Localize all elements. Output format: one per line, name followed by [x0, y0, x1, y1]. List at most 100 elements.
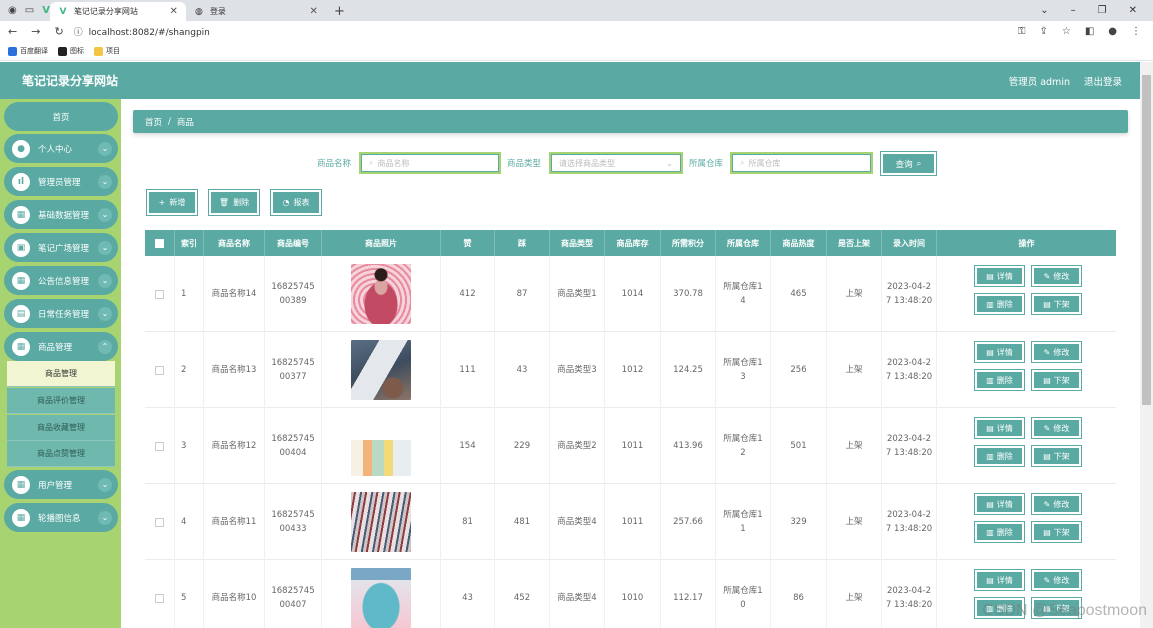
search-warehouse-input[interactable]: ⌕ 所属仓库 — [730, 152, 873, 174]
sidebar-item-carousel[interactable]: ▦ 轮播图信息 ⌄ — [4, 503, 118, 532]
sidepanel-icon[interactable]: ◧ — [1085, 26, 1094, 37]
select-all-cell[interactable] — [145, 230, 175, 256]
vue-icon: V — [42, 5, 50, 16]
share-icon[interactable]: ⇪ — [1039, 26, 1047, 37]
row-checkbox[interactable] — [155, 289, 164, 299]
new-tab-button[interactable]: + — [334, 2, 345, 21]
phone-photo[interactable] — [351, 340, 411, 400]
close-icon[interactable]: ✕ — [310, 6, 318, 17]
offshelf-button[interactable]: ▤ 下架 — [1032, 370, 1081, 390]
pencil-icon: ✎ — [1043, 423, 1051, 433]
search-type-select[interactable]: 请选择商品类型 ⌄ — [549, 152, 683, 174]
select-all-checkbox[interactable] — [155, 238, 164, 248]
restore-button[interactable]: ❐ — [1098, 5, 1107, 16]
grid-icon: ▦ — [12, 205, 30, 224]
close-icon[interactable]: ✕ — [170, 6, 178, 17]
table-cell: 370.78 — [661, 256, 716, 332]
forward-icon[interactable]: → — [31, 25, 40, 38]
image-icon — [58, 46, 67, 56]
row-delete-button[interactable]: ▥ 删除 — [975, 370, 1024, 390]
row-checkbox[interactable] — [155, 441, 164, 451]
edit-button[interactable]: ✎ 修改 — [1032, 342, 1081, 362]
main-content: 首页 / 商品 商品名称 ⌕ 商品名称 商品类型 请选择商品类型 ⌄ 所属仓库 ⌕ 所… — [121, 99, 1140, 628]
table-row: 4 商品名称11 16825745 00433 81 481 商品类型4 1011 257.66… — [145, 484, 1116, 560]
edit-label: 修改 — [1053, 499, 1070, 509]
sidebar-item-notice[interactable]: ▦ 公告信息管理 ⌄ — [4, 266, 118, 295]
offshelf-button[interactable]: ▤ 下架 — [1032, 522, 1081, 542]
ops-cell: ▤ 详情 ✎ 修改 ▥ 删除 ▤ 下架 — [937, 408, 1116, 484]
sidebar-item-goods[interactable]: ▦ 商品管理 ⌃ — [4, 332, 118, 361]
sidebar-item-home[interactable]: 首页 — [4, 102, 118, 131]
sidebar-item-label: 日常任务管理 — [38, 309, 90, 320]
bookmark-item[interactable]: 图标 — [58, 46, 84, 56]
tab-active[interactable]: V 笔记记录分享网站 ✕ — [49, 2, 186, 21]
detail-button[interactable]: ▤ 详情 — [975, 418, 1024, 438]
chevron-down-icon: ⌄ — [98, 510, 112, 525]
cell-dislikes: 481 — [513, 517, 531, 527]
row-delete-button[interactable]: ▥ 删除 — [975, 446, 1024, 466]
dress-photo[interactable] — [351, 264, 411, 324]
detail-button[interactable]: ▤ 详情 — [975, 494, 1024, 514]
logout-link[interactable]: 退出登录 — [1084, 74, 1122, 88]
delete-button[interactable]: 🗑 删除 — [209, 190, 259, 215]
star-icon[interactable]: ☆ — [1062, 26, 1071, 37]
report-button[interactable]: ◔ 报表 — [271, 190, 321, 215]
back-icon[interactable]: ← — [8, 25, 17, 38]
submenu-goods-favorite[interactable]: 商品收藏管理 — [7, 415, 115, 441]
box-photo[interactable] — [351, 568, 411, 628]
submenu-goods-review[interactable]: 商品评价管理 — [7, 388, 115, 414]
info-icon[interactable]: ⓘ — [74, 28, 83, 38]
table-cell: 5 — [175, 560, 204, 628]
reload-icon[interactable]: ↻ — [54, 25, 63, 38]
query-button[interactable]: 查询 ⌕ — [881, 152, 936, 175]
sidebar-item-personal[interactable]: ● 个人中心 ⌄ — [4, 134, 118, 163]
sidebar-item-label: 公告信息管理 — [38, 276, 90, 287]
sidebar-item-admin[interactable]: ıl 管理员管理 ⌄ — [4, 167, 118, 196]
cell-warehouse-line: 所属仓库1 — [723, 510, 763, 520]
profile-icon[interactable]: ● — [1108, 26, 1117, 37]
add-button[interactable]: + 新增 — [147, 190, 197, 215]
cell-code: 16825745 00377 — [271, 356, 314, 384]
key-icon[interactable]: ⚿ — [1018, 26, 1026, 37]
scrollbar-thumb[interactable] — [1142, 75, 1151, 405]
row-checkbox[interactable] — [155, 593, 164, 603]
detail-button[interactable]: ▤ 详情 — [975, 570, 1024, 590]
menu-icon[interactable]: ⋮ — [1131, 26, 1141, 37]
row-checkbox[interactable] — [155, 517, 164, 527]
minimize-button[interactable]: – — [1071, 5, 1076, 16]
sidebar-item-basedata[interactable]: ▦ 基础数据管理 ⌄ — [4, 200, 118, 229]
tab-inactive[interactable]: ◍ 登录 ✕ — [186, 2, 326, 21]
chevron-down-icon[interactable]: ⌄ — [1040, 5, 1048, 16]
tab-search-icon[interactable]: ▭ — [25, 5, 34, 16]
desk-photo[interactable] — [351, 416, 411, 476]
url-field[interactable]: ⓘ localhost:8082/#/shangpin — [74, 25, 210, 38]
tab-title: 登录 — [209, 7, 226, 16]
offshelf-button[interactable]: ▤ 下架 — [1032, 446, 1081, 466]
document-icon: ▤ — [986, 347, 994, 357]
row-delete-button[interactable]: ▥ 删除 — [975, 294, 1024, 314]
row-checkbox[interactable] — [155, 365, 164, 375]
offshelf-button[interactable]: ▤ 下架 — [1032, 294, 1081, 314]
detail-button[interactable]: ▤ 详情 — [975, 266, 1024, 286]
cell-code: 16825745 00389 — [271, 280, 314, 308]
sidebar-item-tasks[interactable]: ▤ 日常任务管理 ⌄ — [4, 299, 118, 328]
sidebar-item-notes[interactable]: ▣ 笔记广场管理 ⌄ — [4, 233, 118, 262]
submenu-goods-manage[interactable]: 商品管理 — [7, 361, 115, 387]
window-close-button[interactable]: ✕ — [1129, 5, 1137, 16]
edit-button[interactable]: ✎ 修改 — [1032, 570, 1081, 590]
bookmark-item[interactable]: 项目 — [94, 46, 120, 56]
submenu-goods-like[interactable]: 商品点赞管理 — [7, 441, 115, 467]
bookmark-item[interactable]: 百度翻译 — [8, 46, 48, 56]
search-name-input[interactable]: ⌕ 商品名称 — [359, 152, 501, 174]
detail-button[interactable]: ▤ 详情 — [975, 342, 1024, 362]
edit-button[interactable]: ✎ 修改 — [1032, 266, 1081, 286]
row-delete-button[interactable]: ▥ 删除 — [975, 522, 1024, 542]
table-row: 1 商品名称14 16825745 00389 412 87 商品类型1 1014 370.78… — [145, 256, 1116, 332]
edit-button[interactable]: ✎ 修改 — [1032, 418, 1081, 438]
breadcrumb-home[interactable]: 首页 — [145, 116, 162, 128]
chrome-icon[interactable]: ◉ — [8, 5, 17, 16]
edit-button[interactable]: ✎ 修改 — [1032, 494, 1081, 514]
lanyard-photo[interactable] — [351, 492, 411, 552]
row-delete-label: 删除 — [996, 527, 1013, 537]
sidebar-item-users[interactable]: ▦ 用户管理 ⌄ — [4, 470, 118, 499]
